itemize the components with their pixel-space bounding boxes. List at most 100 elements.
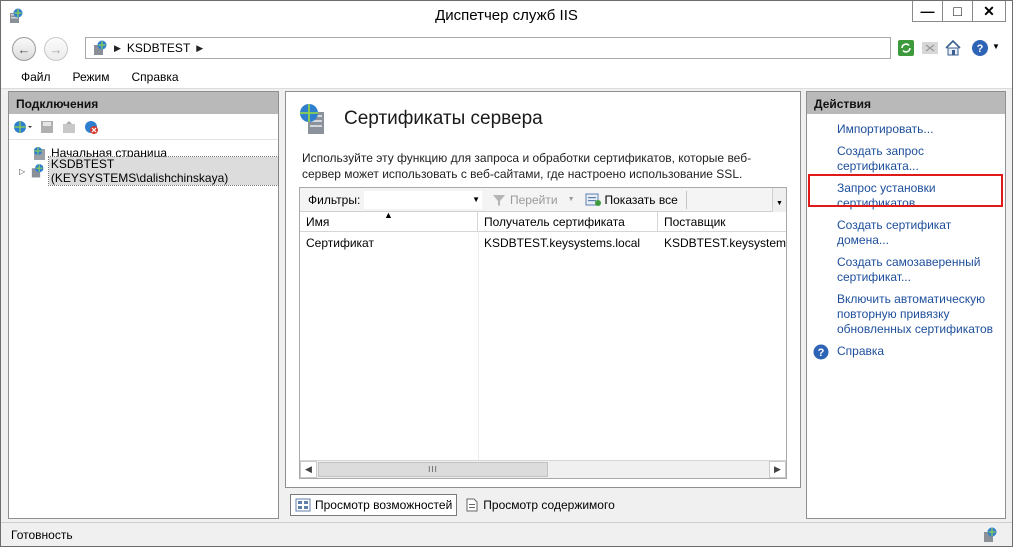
filter-scroll[interactable]: ▼: [772, 188, 786, 212]
start-page-icon: [34, 147, 45, 160]
show-all-label: Показать все: [604, 192, 678, 207]
filter-bar: Фильтры: ▼ Перейти ▼ Показать все ▼: [300, 188, 786, 212]
stop-icon[interactable]: [921, 39, 939, 57]
content-panel: Сертификаты сервера Используйте эту функ…: [285, 91, 801, 488]
connect-icon[interactable]: [13, 119, 33, 135]
tab-content-view[interactable]: Просмотр содержимого: [461, 494, 618, 516]
maximize-button[interactable]: □: [943, 1, 973, 21]
menu-file[interactable]: Файл: [21, 70, 51, 84]
page-description: Используйте эту функцию для запроса и об…: [302, 151, 752, 181]
actions-panel: Действия Импортировать... Создать запрос…: [806, 91, 1006, 519]
funnel-icon: [493, 194, 505, 206]
connections-tree: Начальная страница ▷ KSDBTEST (KEYSYSTEM…: [9, 140, 280, 186]
table-row[interactable]: Сертификат KSDBTEST.keysystems.local KSD…: [300, 232, 786, 252]
svg-text:?: ?: [977, 43, 984, 55]
up-level-icon[interactable]: [61, 119, 77, 135]
actions-header: Действия: [807, 92, 1005, 114]
forward-arrow-icon: →: [49, 41, 63, 57]
action-enable-auto-rebind[interactable]: Включить автоматическую повторную привяз…: [807, 292, 1005, 337]
close-button[interactable]: ✕: [973, 1, 1005, 21]
action-create-certificate-request[interactable]: Создать запрос сертификата...: [807, 144, 1005, 174]
action-help-label: Справка: [837, 344, 885, 358]
filter-label: Фильтры:: [308, 192, 361, 207]
server-certificates-icon: [300, 104, 324, 134]
refresh-icon[interactable]: [897, 39, 915, 57]
connections-header: Подключения: [9, 92, 278, 114]
window-title: Диспетчер служб IIS: [435, 7, 578, 24]
scroll-right-icon[interactable]: ▶: [769, 461, 786, 478]
column-header-issuer[interactable]: Поставщик: [658, 212, 786, 232]
address-field[interactable]: ▶ KSDBTEST ▶: [85, 37, 891, 59]
minimize-button[interactable]: —: [913, 1, 943, 21]
cell-subject: KSDBTEST.keysystems.local: [484, 236, 641, 250]
status-bar: Готовность: [1, 522, 1012, 546]
tree-item-label: KSDBTEST (KEYSYSTEMS\dalishchinskaya): [47, 156, 280, 186]
certificates-list: Фильтры: ▼ Перейти ▼ Показать все ▼ Имя …: [299, 187, 787, 479]
horizontal-scrollbar[interactable]: ◀ III ▶: [300, 460, 786, 478]
filter-dropdown-icon[interactable]: ▼: [472, 195, 480, 204]
status-text: Готовность: [11, 527, 73, 542]
server-icon: [94, 40, 107, 55]
content-view-icon: [466, 498, 478, 512]
iis-manager-window: Диспетчер служб IIS — □ ✕ ← → ▶ KSDBTEST…: [0, 0, 1013, 547]
help-icon: ?: [813, 344, 829, 360]
page-title: Сертификаты сервера: [344, 108, 543, 129]
disconnect-icon[interactable]: [83, 119, 99, 135]
server-status-icon: [984, 527, 997, 542]
tab-features-view[interactable]: Просмотр возможностей: [290, 494, 458, 516]
filter-input[interactable]: ▼: [364, 190, 482, 209]
address-bar: ← → ▶ KSDBTEST ▶ ? ▼: [1, 31, 1012, 65]
scroll-thumb[interactable]: III: [318, 462, 548, 477]
action-create-self-signed-certificate[interactable]: Создать самозаверенный сертификат...: [807, 255, 1005, 285]
forward-button[interactable]: →: [44, 37, 68, 61]
column-divider: [478, 232, 479, 460]
server-icon: [31, 164, 44, 178]
column-header-label: Поставщик: [664, 215, 726, 229]
go-dropdown-icon[interactable]: ▼: [568, 196, 575, 203]
go-label: Перейти: [510, 192, 558, 207]
help-icon[interactable]: ?: [971, 39, 989, 57]
show-all-icon: [585, 193, 601, 206]
actions-list: Импортировать... Создать запрос сертифик…: [807, 114, 1005, 360]
view-tabs: Просмотр возможностей Просмотр содержимо…: [290, 494, 619, 516]
breadcrumb-server[interactable]: KSDBTEST: [127, 41, 190, 55]
title-bar: Диспетчер служб IIS — □ ✕: [1, 1, 1012, 31]
tab-label: Просмотр возможностей: [315, 498, 453, 512]
show-all-button[interactable]: Показать все: [585, 193, 678, 207]
column-header-name[interactable]: Имя ▲: [300, 210, 478, 232]
tree-item-server[interactable]: ▷ KSDBTEST (KEYSYSTEMS\dalishchinskaya): [9, 156, 280, 186]
action-import[interactable]: Импортировать...: [807, 122, 1005, 137]
features-view-icon: [295, 498, 311, 512]
svg-text:?: ?: [818, 347, 825, 359]
action-create-domain-certificate[interactable]: Создать сертификат домена...: [807, 218, 1005, 248]
filter-scroll-down-icon[interactable]: ▼: [776, 200, 783, 207]
breadcrumb-expand-icon[interactable]: ▶: [196, 43, 203, 54]
home-icon[interactable]: [944, 39, 962, 57]
cell-name: Сертификат: [306, 236, 374, 250]
sort-ascending-icon: ▲: [384, 210, 393, 220]
toolbar-separator: [685, 190, 687, 209]
tab-label: Просмотр содержимого: [483, 498, 615, 512]
help-dropdown-icon[interactable]: ▼: [992, 42, 1000, 51]
page-header: Сертификаты сервера: [298, 102, 543, 136]
connections-panel: Подключения Начальная страница ▷ KSDBTES…: [8, 91, 280, 519]
expand-arrow-icon[interactable]: ▷: [19, 167, 30, 176]
back-arrow-icon: ←: [17, 41, 31, 57]
window-controls: — □ ✕: [912, 1, 1006, 22]
go-button[interactable]: Перейти ▼: [492, 193, 575, 207]
cell-issuer: KSDBTEST.keysystems.: [664, 236, 786, 250]
menu-bar: Файл Режим Справка: [1, 65, 1012, 89]
column-header-subject[interactable]: Получатель сертификата: [478, 212, 658, 232]
scroll-left-icon[interactable]: ◀: [300, 461, 317, 478]
back-button[interactable]: ←: [12, 37, 36, 61]
menu-help[interactable]: Справка: [132, 70, 179, 84]
action-complete-certificate-request[interactable]: Запрос установки сертификатов...: [807, 181, 1005, 211]
action-help[interactable]: ? Справка: [807, 344, 1005, 360]
breadcrumb-separator-icon: ▶: [114, 42, 121, 53]
save-icon[interactable]: [39, 119, 55, 135]
menu-view[interactable]: Режим: [73, 70, 110, 84]
column-header-label: Имя: [306, 215, 330, 229]
connections-toolbar: [9, 114, 278, 140]
grid-header: Имя ▲ Получатель сертификата Поставщик: [300, 210, 786, 232]
column-header-label: Получатель сертификата: [484, 215, 625, 229]
